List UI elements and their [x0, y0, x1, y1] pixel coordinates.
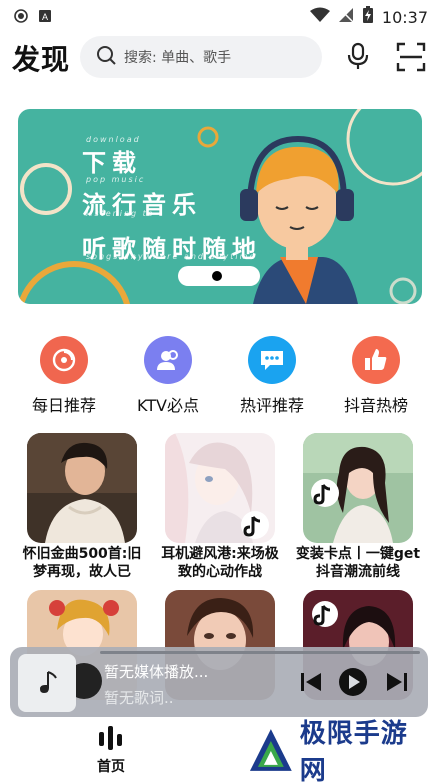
no-signal-icon	[338, 7, 354, 27]
svg-text:A: A	[42, 12, 48, 22]
playlist-title: 变装卡点丨一键get抖音潮流前线	[295, 546, 421, 580]
banner-pager[interactable]	[178, 266, 260, 286]
quick-entry-douyin-chart[interactable]: 抖音热榜	[324, 336, 428, 416]
bottom-nav: 首页 极限手游网	[0, 718, 440, 782]
banner-caption-2: pop music	[86, 175, 146, 184]
playlist-cover	[303, 433, 413, 543]
quick-entry-hot-comments[interactable]: 热评推荐	[220, 336, 324, 416]
banner-caption-4: songs anywhere and anytime	[86, 252, 257, 261]
now-playing-lyric: 暂无歌词..	[104, 689, 174, 707]
now-playing-cover[interactable]	[18, 654, 76, 712]
search-input[interactable]: 搜索: 单曲、歌手	[80, 36, 322, 78]
microphone-icon	[347, 42, 369, 69]
playback-progress[interactable]	[100, 651, 420, 654]
playlist-card[interactable]: 耳机避风港:来场极致的心动作战	[156, 433, 284, 581]
voice-search-button[interactable]	[344, 42, 372, 70]
playlist-cover	[27, 433, 137, 543]
banner-pager-dot	[212, 271, 222, 281]
skip-next-icon	[387, 673, 407, 691]
promo-banner[interactable]: download 下载 pop music 流行音乐 listening to …	[18, 109, 422, 304]
app-notification-icon: A	[38, 8, 52, 27]
status-bar: A 10:37	[0, 0, 440, 32]
next-button[interactable]	[382, 667, 412, 697]
header: 发现 搜索: 单曲、歌手	[0, 34, 440, 80]
quick-entry-label: 每日推荐	[31, 396, 96, 415]
quick-entry-label: KTV必点	[137, 396, 199, 415]
quick-entry-label: 抖音热榜	[343, 396, 408, 415]
nav-home[interactable]: 首页	[86, 724, 136, 776]
play-icon	[339, 668, 367, 696]
quick-entry-ktv[interactable]: KTV必点	[116, 336, 220, 416]
quick-entry-daily[interactable]: 每日推荐	[12, 336, 116, 416]
nav-home-label: 首页	[97, 759, 125, 775]
playlist-card[interactable]: 变装卡点丨一键get抖音潮流前线	[294, 433, 422, 581]
page-title: 发现	[12, 43, 71, 76]
banner-caption-3: listening to	[86, 209, 155, 218]
equalizer-icon	[99, 726, 122, 750]
scan-icon	[396, 42, 426, 72]
watermark-logo-icon	[249, 729, 292, 771]
disc-icon	[40, 336, 88, 384]
thumbs-up-icon	[352, 336, 400, 384]
chat-bubble-icon	[248, 336, 296, 384]
scan-button[interactable]	[396, 42, 426, 72]
playlist-title: 怀旧金曲500首:旧梦再现，故人已	[22, 546, 142, 580]
quick-entry-label: 热评推荐	[239, 396, 304, 415]
playlist-card[interactable]: 怀旧金曲500首:旧梦再现，故人已	[18, 433, 146, 581]
record-icon	[14, 8, 28, 27]
search-icon	[96, 45, 116, 69]
search-placeholder: 搜索: 单曲、歌手	[124, 50, 232, 66]
previous-button[interactable]	[296, 667, 326, 697]
skip-previous-icon	[301, 673, 321, 691]
music-note-icon	[40, 671, 57, 693]
play-button[interactable]	[338, 667, 368, 697]
status-time: 10:37	[381, 7, 428, 27]
site-watermark: 极限手游网	[248, 719, 434, 782]
now-playing-title: 暂无媒体播放...	[104, 663, 209, 681]
quick-entry-row: 每日推荐 KTV必点 热评推荐 抖音热榜	[0, 336, 440, 416]
wifi-icon	[309, 7, 330, 27]
playlist-title: 耳机避风港:来场极致的心动作战	[161, 546, 279, 580]
battery-charging-icon	[362, 6, 374, 28]
banner-headline-1: 下载	[82, 148, 142, 177]
users-icon	[144, 336, 192, 384]
playlist-cover	[165, 433, 275, 543]
watermark-text: 极限手游网	[299, 719, 408, 782]
mini-player[interactable]: 暂无媒体播放... 暂无歌词..	[10, 647, 428, 717]
